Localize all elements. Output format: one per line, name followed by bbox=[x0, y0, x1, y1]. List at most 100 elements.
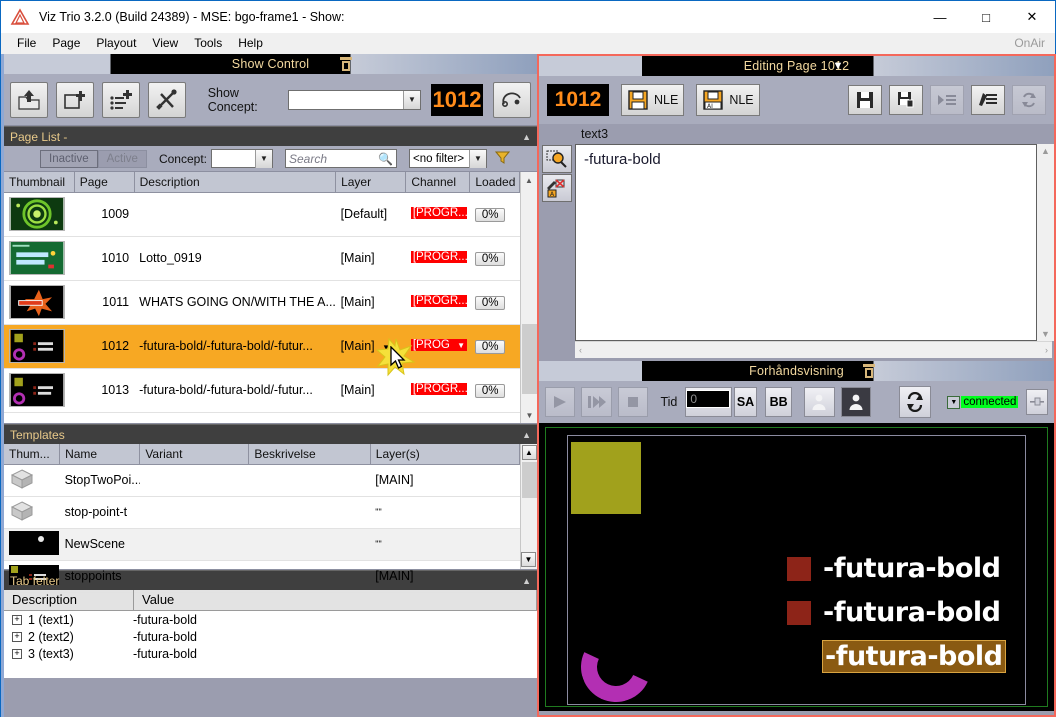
concept-filter-select[interactable]: ▼ bbox=[211, 149, 273, 168]
table-row[interactable]: 1009 [Default] [PROGR... 0% bbox=[4, 192, 520, 237]
textarea-scrollbar[interactable]: ▲ ▼ bbox=[1037, 144, 1054, 341]
chevron-down-icon[interactable]: ▼ bbox=[382, 343, 390, 352]
list-item[interactable]: + 2 (text2) -futura-bold bbox=[4, 628, 537, 645]
save-button[interactable] bbox=[848, 85, 882, 115]
scroll-down-arrow[interactable]: ▼ bbox=[1037, 329, 1054, 339]
toggle-inactive[interactable]: Inactive bbox=[40, 149, 98, 168]
edit-page-button[interactable] bbox=[971, 85, 1005, 115]
snapshot-button[interactable] bbox=[1026, 389, 1049, 415]
chevron-up-icon[interactable]: ▲ bbox=[522, 430, 531, 440]
templates-section-header[interactable]: Templates ▲ bbox=[4, 424, 537, 444]
menu-item-tools[interactable]: Tools bbox=[186, 34, 230, 52]
open-show-button[interactable] bbox=[10, 81, 48, 118]
chevron-down-icon[interactable]: ▼ bbox=[255, 149, 272, 168]
nle-auto-button[interactable]: AI NLE bbox=[696, 84, 760, 116]
menu-item-help[interactable]: Help bbox=[230, 34, 271, 52]
show-concept-select[interactable]: ▼ bbox=[287, 89, 421, 110]
col-page[interactable]: Page bbox=[74, 172, 135, 193]
row-channel[interactable]: [PROG ▼ bbox=[405, 324, 470, 369]
chevron-up-icon[interactable]: ▲ bbox=[522, 576, 531, 586]
time-field-wrapper[interactable]: 0 bbox=[685, 387, 732, 417]
person-light-button[interactable] bbox=[804, 387, 835, 417]
transition-logic-button[interactable] bbox=[493, 81, 531, 118]
list-item[interactable]: + 1 (text1) -futura-bold bbox=[4, 611, 537, 628]
templates-scrollbar[interactable]: ▲ ▼ bbox=[520, 444, 537, 569]
col-tpl-layers[interactable]: Layer(s) bbox=[370, 444, 521, 465]
maximize-button[interactable]: □ bbox=[963, 1, 1009, 33]
table-row[interactable]: 1010 Lotto_0919 [Main] [PROGR... 0% bbox=[4, 236, 520, 281]
config-button[interactable] bbox=[147, 81, 186, 118]
connection-status[interactable]: ▼ connected bbox=[947, 395, 1019, 409]
chevron-down-icon[interactable]: ▼ bbox=[457, 341, 465, 350]
preview-refresh-button[interactable] bbox=[899, 386, 932, 418]
search-input[interactable]: Search 🔍 bbox=[285, 149, 397, 168]
list-item[interactable]: + 3 (text3) -futura-bold bbox=[4, 645, 537, 662]
page-list-scrollbar[interactable]: ▲ ▼ bbox=[520, 172, 538, 423]
play-button[interactable] bbox=[545, 387, 576, 417]
time-input[interactable]: 0 bbox=[686, 390, 731, 408]
list-item[interactable]: NewScene "" bbox=[4, 528, 520, 561]
col-tpl-beskrivelse[interactable]: Beskrivelse bbox=[248, 444, 371, 465]
scroll-right-arrow[interactable]: › bbox=[1045, 345, 1048, 355]
col-tpl-variant[interactable]: Variant bbox=[139, 444, 250, 465]
scroll-thumb[interactable] bbox=[522, 462, 537, 498]
bb-button[interactable]: BB bbox=[765, 387, 793, 417]
active-toggle-group[interactable]: Inactive Active bbox=[40, 149, 147, 168]
chevron-down-icon[interactable]: ▼ bbox=[469, 149, 486, 168]
scroll-up-arrow[interactable]: ▲ bbox=[521, 445, 537, 460]
textarea-hscrollbar[interactable]: ‹ › bbox=[575, 341, 1052, 358]
page-list-section-header[interactable]: Page List - ▲ bbox=[4, 126, 537, 146]
col-tpl-name[interactable]: Name bbox=[59, 444, 141, 465]
scroll-up-arrow[interactable]: ▲ bbox=[521, 172, 537, 188]
preview-stage[interactable]: -futura-bold -futura-bold -futura-bold bbox=[539, 423, 1054, 711]
sa-button[interactable]: SA bbox=[733, 387, 758, 417]
continue-button[interactable] bbox=[581, 387, 612, 417]
detach-icon[interactable] bbox=[863, 364, 876, 378]
refresh-button[interactable] bbox=[1012, 85, 1046, 115]
scroll-down-arrow[interactable]: ▼ bbox=[521, 407, 538, 423]
table-row[interactable]: 1013 -futura-bold/-futura-bold/-futur...… bbox=[4, 368, 520, 413]
close-button[interactable]: ✕ bbox=[1009, 1, 1055, 33]
menu-item-view[interactable]: View bbox=[144, 34, 186, 52]
minimize-button[interactable]: — bbox=[917, 1, 963, 33]
chevron-up-icon[interactable]: ▲ bbox=[522, 132, 531, 142]
col-description[interactable]: Description bbox=[134, 172, 337, 193]
scroll-down-arrow[interactable]: ▼ bbox=[521, 552, 536, 567]
col-channel[interactable]: Channel bbox=[405, 172, 471, 193]
expander-icon[interactable]: + bbox=[12, 648, 22, 659]
person-dark-button[interactable] bbox=[840, 387, 872, 417]
expander-icon[interactable]: + bbox=[12, 631, 22, 642]
scroll-up-arrow[interactable]: ▲ bbox=[1037, 144, 1054, 156]
chevron-down-icon[interactable]: ▼ bbox=[947, 395, 961, 409]
funnel-icon[interactable] bbox=[494, 150, 511, 168]
filter-select[interactable]: <no filter> ▼ bbox=[409, 149, 487, 168]
new-pagelist-button[interactable] bbox=[101, 81, 140, 118]
field-value-textarea[interactable]: -futura-bold bbox=[575, 144, 1037, 341]
list-item[interactable]: stoppoints [MAIN] bbox=[4, 560, 520, 593]
toggle-active[interactable]: Active bbox=[97, 149, 147, 168]
read-page-button[interactable] bbox=[930, 85, 964, 115]
table-row[interactable]: 1012 -futura-bold/-futura-bold/-futur...… bbox=[4, 324, 520, 369]
zoom-field-button[interactable] bbox=[542, 145, 572, 173]
chevron-down-icon[interactable]: ▼ bbox=[402, 90, 420, 109]
col-tf-description[interactable]: Description bbox=[4, 590, 134, 610]
menu-item-file[interactable]: File bbox=[9, 34, 44, 52]
col-loaded[interactable]: Loaded bbox=[469, 172, 520, 193]
clear-field-button[interactable]: A bbox=[542, 174, 572, 202]
menu-item-playout[interactable]: Playout bbox=[88, 34, 144, 52]
new-page-button[interactable] bbox=[55, 81, 94, 118]
row-layer[interactable]: [Main] ▼ bbox=[335, 324, 406, 369]
stop-button[interactable] bbox=[617, 387, 649, 417]
menu-item-page[interactable]: Page bbox=[44, 34, 88, 52]
nle-save-button[interactable]: NLE bbox=[621, 84, 685, 116]
list-item[interactable]: StopTwoPoi... [MAIN] bbox=[4, 464, 520, 497]
chevron-down-icon[interactable]: ▼ bbox=[833, 60, 844, 72]
col-layer[interactable]: Layer bbox=[335, 172, 407, 193]
expander-icon[interactable]: + bbox=[12, 614, 22, 625]
col-thumbnail[interactable]: Thumbnail bbox=[4, 172, 75, 193]
detach-icon[interactable] bbox=[339, 57, 352, 71]
scroll-left-arrow[interactable]: ‹ bbox=[579, 345, 582, 355]
search-icon[interactable]: 🔍 bbox=[378, 152, 393, 166]
scroll-thumb[interactable] bbox=[522, 324, 537, 394]
col-tf-value[interactable]: Value bbox=[134, 590, 537, 610]
